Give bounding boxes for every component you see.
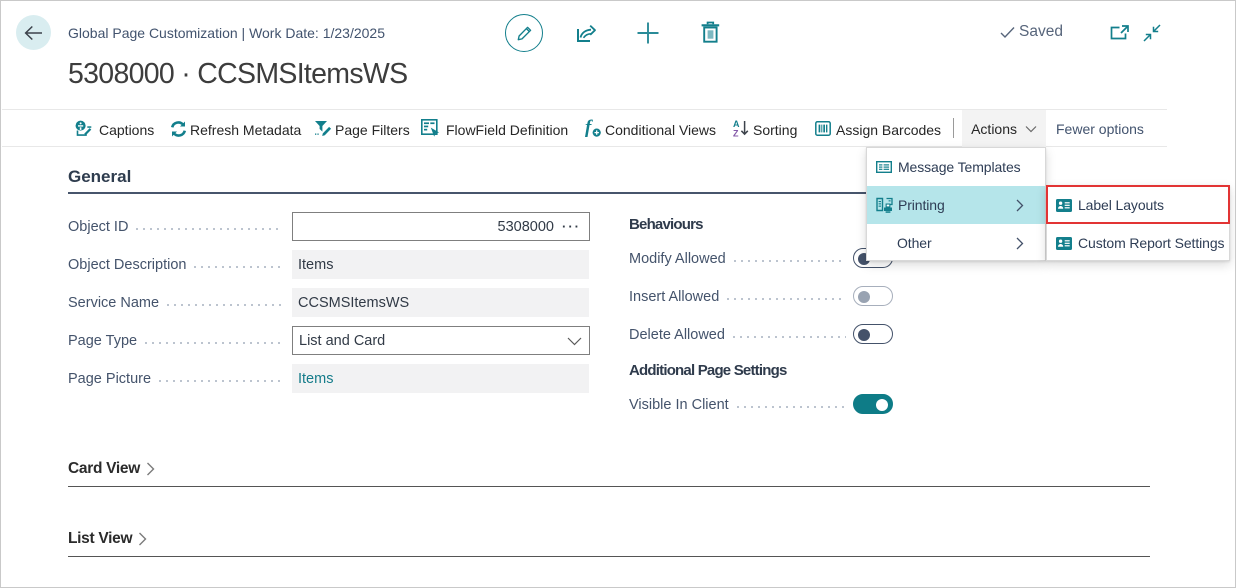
svg-text:f: f <box>585 117 593 138</box>
svg-text:A: A <box>733 119 740 129</box>
svg-text:Z: Z <box>733 129 739 139</box>
